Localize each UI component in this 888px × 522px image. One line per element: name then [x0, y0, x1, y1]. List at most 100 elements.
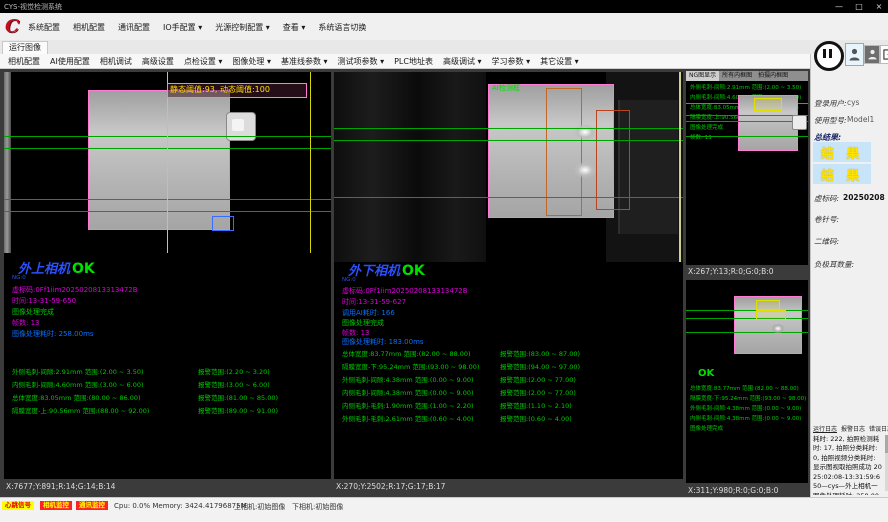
app-window: CYS-视觉检测系统 — □ × C 系统配置相机配置通讯配置IO手配置 ▾光源… [0, 0, 888, 522]
maximize-button[interactable]: □ [852, 2, 866, 11]
thumbnail-text-line: 隔膜宽度-下:95.24mm 范围:(93.00 ~ 98.00) [690, 394, 808, 402]
menu-item[interactable]: 通讯配置 [118, 22, 150, 33]
status-bar: 心跳信号 相机监控 通讯监控 Cpu: 0.0% Memory: 3424.41… [0, 497, 888, 522]
toolbar-item[interactable]: 相机调试 [100, 56, 132, 67]
toolbar-item[interactable]: 其它设置 ▾ [540, 56, 579, 67]
window-controls: — □ × [832, 0, 886, 13]
menu-item[interactable]: 光源控制配置 ▾ [215, 22, 270, 33]
measurement-row: 总体宽度:83.05mm 范围:(80.00 ~ 86.00) 报警范围:(81… [12, 392, 329, 405]
cpu-memory-text: Cpu: 0.0% Memory: 3424.41796875M [114, 502, 247, 510]
alarm-range-text: 报警范围:(3.00 ~ 6.00) [198, 379, 270, 389]
toolbar-item[interactable]: 相机配置 [8, 56, 40, 67]
measurement-row: 内侧毛刺-间隙:4.38mm 范围:(0.00 ~ 9.00) 报警范围:(2.… [342, 387, 681, 400]
log-tab-alarm[interactable]: 报警日志 [841, 424, 865, 433]
tab-run-image[interactable]: 运行图像 [2, 41, 48, 54]
ai-box-label: AI检测框 [492, 83, 520, 93]
lower-camera-status[interactable]: 下相机:初始图像 [292, 502, 343, 512]
result-ok: OK [402, 263, 425, 279]
alarm-range-text: 报警范围:(1.10 ~ 2.10) [500, 400, 572, 410]
detect-box [212, 216, 234, 231]
toolbar-item[interactable]: AI使用配置 [50, 56, 90, 67]
qr-code-label: 二维码: [814, 236, 839, 247]
menu-item[interactable]: 系统配置 [28, 22, 60, 33]
done-line: 图像处理完成 [342, 318, 384, 328]
toolbar-item[interactable]: 高级调试 ▾ [443, 56, 482, 67]
baseline-line [686, 310, 808, 311]
ai-detect-box-red [596, 110, 630, 210]
measurement-text: 外侧毛刺-间隙:4.38mm 范围:(0.00 ~ 9.00) [342, 374, 474, 384]
baseline-line [334, 128, 683, 129]
toolbar-item[interactable]: 学习参数 ▾ [492, 56, 531, 67]
menu-item[interactable]: 系统语言切换 [318, 22, 366, 33]
toolbar-item[interactable]: PLC地址表 [394, 56, 433, 67]
camera-image-upper-outer[interactable]: 静态阈值:93, 动态阈值:100 [4, 72, 331, 253]
measurement-text: 内侧毛刺-毛刺:1.90mm 范围:(1.00 ~ 2.20) [342, 400, 474, 410]
pin-number-label: 卷针号: [814, 214, 839, 225]
image-edge-strip [4, 72, 11, 253]
window-title: CYS-视觉检测系统 [4, 2, 62, 12]
toolbar-item[interactable]: 基准线参数 ▾ [281, 56, 328, 67]
barcode-line: 虚标码:0Ff1iim2025020813313472B [342, 286, 468, 296]
log-tab-error[interactable]: 错误日志 [869, 424, 888, 433]
overlay-value-box [754, 98, 782, 111]
user-icon [868, 49, 877, 60]
toolbar-item[interactable]: 点检设置 ▾ [184, 56, 223, 67]
measurement-row: 内侧毛刺-间隙:4.60mm 范围:(3.00 ~ 6.00) 报警范围:(3.… [12, 379, 329, 392]
bright-spot [772, 324, 784, 333]
login-user-value: cys [847, 98, 859, 107]
thumbnail-text-line: 内侧毛刺-间隙:4.38mm 范围:(0.00 ~ 9.00) [690, 414, 808, 422]
pause-icon[interactable] [814, 41, 844, 71]
toolbar-item[interactable]: 测试项参数 ▾ [338, 56, 385, 67]
baseline-line [686, 121, 808, 122]
menu-item[interactable]: 相机配置 [73, 22, 105, 33]
camera-panel-upper-outer: 静态阈值:93, 动态阈值:100 外上相机OK NG:0 虚标码:0Ff1ii… [4, 72, 331, 479]
camera-monitor-badge: 相机监控 [40, 501, 72, 510]
tab-all-frames[interactable]: 所有内框图 [719, 71, 755, 81]
barcode-value: 20250208 [843, 193, 885, 202]
camera-panel-lower-outer: AI检测框 外下相机OK NG:0 虚标码:0Ff1iim20250208133… [334, 72, 683, 479]
time-line: 时间:13-31-59-627 [342, 297, 406, 307]
toolbar-item[interactable]: 图像处理 ▾ [232, 56, 271, 67]
measurement-text: 总体宽度:83.77mm 范围:(82.00 ~ 88.00) [342, 348, 471, 358]
done-line: 图像处理完成 [12, 307, 54, 317]
menu-item[interactable]: 查看 ▾ [283, 22, 306, 33]
control-sidebar: 登录用户: cys 使用型号: Model1 总结果: 结 果 结 果 虚标码:… [810, 54, 888, 497]
model-value: Model1 [847, 115, 874, 124]
log-tabs: 运行日志 报警日志 错误日志 [813, 424, 888, 433]
thumbnail-image-top[interactable] [686, 81, 808, 151]
logout-button[interactable] [880, 45, 888, 64]
log-tab-run[interactable]: 运行日志 [813, 424, 837, 433]
tab-ng-display[interactable]: NG图显示 [686, 71, 719, 81]
model-label: 使用型号: [814, 115, 847, 126]
menu-items: 系统配置 相机配置 通讯配置 IO手配置 ▾ 光源控制配置 ▾ 查看 ▾ 系统语言切换 [28, 22, 366, 33]
close-button[interactable]: × [872, 2, 886, 11]
app-logo-icon: C [5, 16, 19, 37]
log-text: 耗时: 222, 拍照检测耗时: 17, 拍照分类耗时: 0, 拍照视频分类耗时… [813, 435, 883, 495]
login-user-button[interactable] [845, 43, 864, 66]
toolbar-item[interactable]: 高级设置 [142, 56, 174, 67]
measurement-row: 外侧毛刺-毛刺:2.61mm 范围:(0.60 ~ 4.00) 报警范围:(0.… [342, 413, 681, 426]
result-ok: OK [72, 261, 95, 277]
login-user-label: 登录用户: [814, 98, 847, 109]
alarm-range-text: 报警范围:(89.00 ~ 91.00) [198, 405, 278, 415]
time-line: 时间:13-31-59-650 [12, 296, 76, 306]
user-button[interactable] [864, 45, 880, 64]
camera-image-lower-outer[interactable]: AI检测框 [334, 72, 683, 262]
barcode-line: 虚标码:0Ff1iim2025020813313472B [12, 285, 138, 295]
thumbnail-text-line: 外侧毛刺-间隙:4.38mm 范围:(0.00 ~ 9.00) [690, 404, 808, 412]
elapsed-line: 图像处理耗时: 183.00ms [342, 337, 424, 347]
camera-name: 外下相机OK [348, 260, 425, 279]
result-box-2: 结 果 [813, 164, 871, 184]
bright-spot [574, 162, 596, 178]
baseline-line [334, 197, 683, 198]
title-bar: CYS-视觉检测系统 — □ × [0, 0, 888, 13]
measurement-text: 外侧毛刺-间隙:2.91mm 范围:(2.00 ~ 3.50) [12, 366, 144, 376]
connector-part [792, 115, 807, 130]
menu-item[interactable]: IO手配置 ▾ [163, 22, 202, 33]
tab-capture-frames[interactable]: 拍摄内框图 [755, 71, 791, 81]
baseline-line [686, 136, 808, 137]
minimize-button[interactable]: — [832, 2, 846, 11]
measure-vline [310, 72, 311, 253]
upper-camera-status[interactable]: 上相机:初始图像 [234, 502, 285, 512]
thumbnail-image-bottom[interactable] [686, 280, 808, 354]
